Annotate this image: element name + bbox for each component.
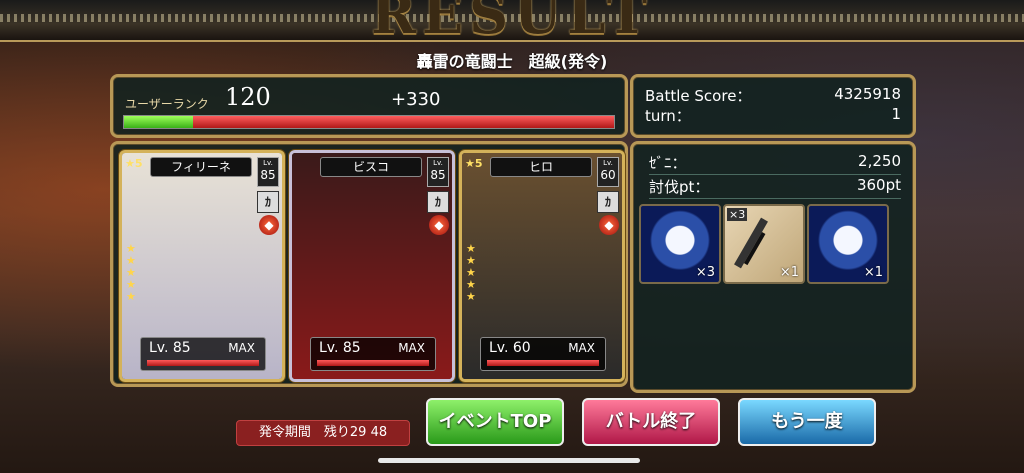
card-level: Lv. 60 (489, 340, 531, 356)
card-hp-bar (487, 360, 599, 366)
turn-label: turn： (645, 107, 691, 125)
card-name: ヒロ (490, 157, 592, 177)
battle-score-panel: Battle Score： 4325918 turn： 1 (630, 74, 916, 138)
rank-exp-fill (124, 116, 193, 128)
reward-item-1-qty: ×3 (695, 265, 715, 280)
fire-element-icon: ◆ (259, 215, 279, 235)
pt-label: 討伐pt： (649, 178, 710, 196)
level-tag: Lv. 60 (597, 157, 619, 187)
battle-score-value: 4325918 (834, 85, 901, 103)
attack-type-icon: ｶ (597, 191, 619, 213)
character-card-filine[interactable]: フィリーネ ★5 Lv. 85 ｶ ◆ ★ ★ ★ ★ ★ Lv. 85 MAX (119, 150, 285, 382)
rarity-badge: ★5 (125, 157, 143, 170)
battle-end-button[interactable]: バトル終了 (582, 398, 720, 446)
reward-items: ×3 ×3 ×1 ×1 (639, 204, 909, 284)
card-name: フィリーネ (150, 157, 252, 177)
fire-element-icon: ◆ (599, 215, 619, 235)
result-title: RESULT (371, 0, 653, 46)
event-countdown: 発令期間 残り29 48 (236, 420, 410, 446)
card-hp-bar (317, 360, 429, 366)
character-card-hiro[interactable]: ヒロ ★5 Lv. 60 ｶ ◆ ★ ★ ★ ★ ★ Lv. 60 MAX (459, 150, 625, 382)
user-rank-label: ユーザーランク (125, 97, 209, 111)
card-level-box: Lv. 85 MAX (310, 337, 436, 371)
event-top-button[interactable]: イベントTOP (426, 398, 564, 446)
card-level-box: Lv. 60 MAX (480, 337, 606, 371)
pt-value: 360pt (856, 176, 901, 194)
reward-item-3[interactable]: ×1 (807, 204, 889, 284)
star-column-icon: ★ ★ ★ ★ ★ (126, 242, 136, 303)
home-indicator[interactable] (378, 458, 640, 463)
card-name: ビスコ (320, 157, 422, 177)
turn-value: 1 (891, 105, 901, 123)
money-value: 2,250 (858, 152, 901, 170)
card-max: MAX (398, 341, 425, 355)
attack-type-icon: ｶ (427, 191, 449, 213)
level-tag: Lv. 85 (427, 157, 449, 187)
money-label: ｾﾞﾆ： (649, 154, 687, 172)
card-level: Lv. 85 (149, 340, 191, 356)
reward-item-2-qty: ×1 (779, 265, 799, 280)
card-hp-bar (147, 360, 259, 366)
rarity-badge: ★5 (465, 157, 483, 170)
quest-subtitle: 轟雷の竜闘士 超級(発令) (416, 52, 608, 71)
reward-item-1[interactable]: ×3 (639, 204, 721, 284)
party-panel: フィリーネ ★5 Lv. 85 ｶ ◆ ★ ★ ★ ★ ★ Lv. 85 MAX ビスコ Lv. 85 ｶ ◆ L… (110, 141, 628, 387)
battle-score-label: Battle Score： (645, 87, 752, 105)
star-column-icon: ★ ★ ★ ★ ★ (466, 242, 476, 303)
card-level-box: Lv. 85 MAX (140, 337, 266, 371)
user-rank-value: 120 (225, 83, 271, 111)
card-max: MAX (228, 341, 255, 355)
retry-button[interactable]: もう一度 (738, 398, 876, 446)
reward-item-2[interactable]: ×3 ×1 (723, 204, 805, 284)
character-card-bisco[interactable]: ビスコ Lv. 85 ｶ ◆ Lv. 85 MAX (289, 150, 455, 382)
fire-element-icon: ◆ (429, 215, 449, 235)
reward-item-3-qty: ×1 (863, 265, 883, 280)
user-rank-panel: ユーザーランク 120 +330 (110, 74, 628, 138)
attack-type-icon: ｶ (257, 191, 279, 213)
level-tag: Lv. 85 (257, 157, 279, 187)
reward-panel: ｾﾞﾆ： 2,250 討伐pt： 360pt ×3 ×3 ×1 ×1 (630, 141, 916, 393)
card-max: MAX (568, 341, 595, 355)
rank-exp-bar (123, 115, 615, 129)
card-level: Lv. 85 (319, 340, 361, 356)
exp-gain: +330 (391, 89, 441, 110)
reward-item-2-tag: ×3 (727, 208, 748, 221)
